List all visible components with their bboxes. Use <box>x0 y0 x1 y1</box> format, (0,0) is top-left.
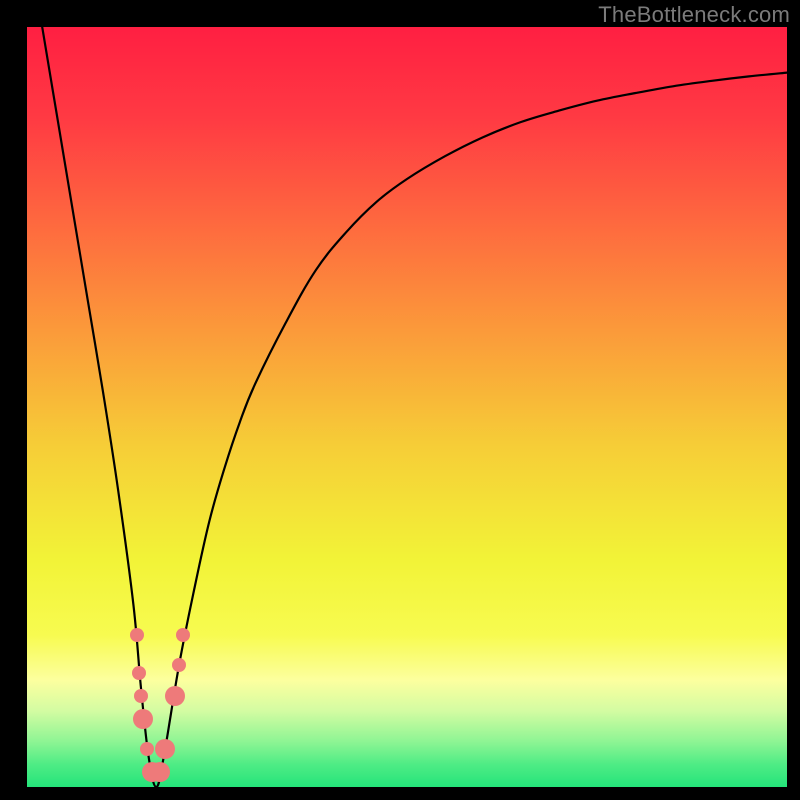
chart-stage: TheBottleneck.com <box>0 0 800 800</box>
data-marker <box>140 742 154 756</box>
data-marker <box>150 762 170 782</box>
data-marker <box>134 689 148 703</box>
data-marker <box>176 628 190 642</box>
data-marker <box>133 709 153 729</box>
plot-area <box>27 27 787 787</box>
data-marker <box>165 686 185 706</box>
watermark-text: TheBottleneck.com <box>598 2 790 28</box>
